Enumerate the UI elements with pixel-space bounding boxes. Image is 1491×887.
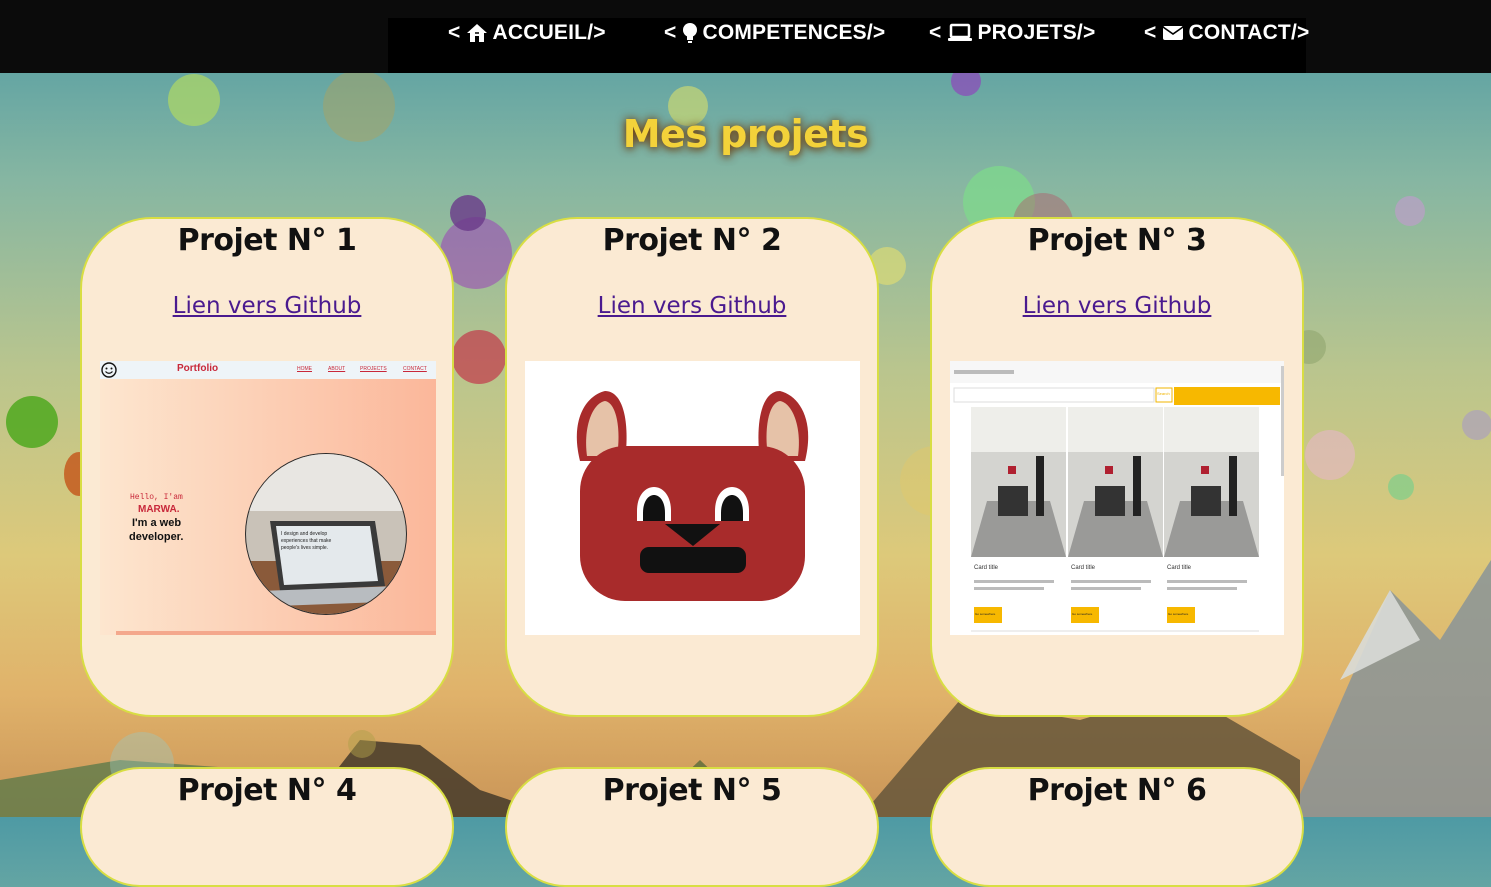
nav-item-contact[interactable]: < CONTACT/ > — [1144, 18, 1309, 48]
nav-label-projets: PROJETS/ — [977, 21, 1083, 44]
thumb-card-title-2: Card title — [1071, 565, 1096, 571]
project-card-5: Projet N° 5 — [505, 767, 879, 887]
thumb-menu-about: ABOUT — [328, 366, 346, 372]
thumb-card-title-1: Card title — [974, 565, 999, 571]
nav-open-bracket: < — [1144, 21, 1157, 44]
github-link[interactable]: Lien vers Github — [507, 293, 877, 319]
nav-label-accueil: ACCUEIL/ — [492, 21, 594, 44]
nav-close-bracket: > — [1297, 21, 1310, 44]
nav-open-bracket: < — [929, 21, 942, 44]
project-title: Projet N° 5 — [602, 773, 782, 808]
nav-item-accueil[interactable]: < ACCUEIL/ > — [448, 18, 606, 48]
thumb-name: MARWA. — [138, 504, 180, 515]
bubble — [1305, 430, 1355, 480]
project-title: Projet N° 1 — [177, 223, 357, 258]
bubble — [450, 195, 486, 231]
project-thumbnail: Search Card title Card title Card title … — [950, 361, 1284, 635]
github-link[interactable]: Lien vers Github — [932, 293, 1302, 319]
page-title: Mes projets — [622, 112, 869, 156]
project-card-3: Projet N° 3 Lien vers Github Search Card… — [930, 217, 1304, 717]
project-thumbnail — [525, 361, 860, 635]
project-card-2: Projet N° 2 Lien vers Github — [505, 217, 879, 717]
mascot-image — [576, 391, 809, 601]
thumb-screen-3: people's lives simple. — [281, 545, 329, 551]
nav-label-contact: CONTACT/ — [1188, 21, 1297, 44]
bubble — [1462, 410, 1491, 440]
thumb-brand: Portfolio — [177, 363, 219, 374]
nav-open-bracket: < — [664, 21, 677, 44]
project-title: Projet N° 3 — [1027, 223, 1207, 258]
project-thumbnail: Portfolio HOME ABOUT PROJECTS CONTACT He… — [100, 361, 436, 635]
thumb-card-title-3: Card title — [1167, 565, 1192, 571]
laptop-icon — [947, 23, 973, 43]
bubble — [1395, 196, 1425, 226]
thumb-card-button-1: Go somewhere — [975, 612, 996, 616]
thumb-card-button-3: Go somewhere — [1168, 612, 1189, 616]
thumb-role-1: I'm a web — [132, 517, 182, 529]
lightbulb-icon — [682, 22, 698, 44]
project-title: Projet N° 6 — [1027, 773, 1207, 808]
project-card-1: Projet N° 1 Lien vers Github Portfolio H… — [80, 217, 454, 717]
thumb-menu-home: HOME — [297, 366, 312, 372]
bubble — [348, 730, 376, 758]
thumb-role-2: developer. — [129, 531, 184, 543]
thumb-card-button-2: Go somewhere — [1072, 612, 1093, 616]
project-card-4: Projet N° 4 — [80, 767, 454, 887]
project-title: Projet N° 2 — [602, 223, 782, 258]
nav-item-competences[interactable]: < COMPETENCES/ > — [664, 18, 885, 48]
thumb-menu-contact: CONTACT — [403, 366, 427, 372]
nav-item-projets[interactable]: < PROJETS/ > — [929, 18, 1095, 48]
github-link[interactable]: Lien vers Github — [82, 293, 452, 319]
nav-close-bracket: > — [1082, 21, 1096, 44]
bubble — [452, 330, 506, 384]
bubble — [1388, 474, 1414, 500]
envelope-icon — [1162, 24, 1184, 42]
project-title: Projet N° 4 — [177, 773, 357, 808]
nav-close-bracket: > — [872, 21, 886, 44]
home-icon — [466, 23, 488, 43]
nav-open-bracket: < — [448, 21, 461, 44]
thumb-hello: Hello, I'am — [130, 493, 183, 502]
thumb-menu-projects: PROJECTS — [360, 366, 387, 372]
project-card-6: Projet N° 6 — [930, 767, 1304, 887]
thumb-screen-1: I design and develop — [281, 531, 328, 537]
nav-close-bracket: > — [593, 21, 606, 44]
bubble — [6, 396, 58, 448]
thumb-screen-2: experiences that make — [281, 538, 332, 544]
thumb-search-button: Search — [1157, 391, 1170, 396]
nav-label-competences: COMPETENCES/ — [702, 21, 873, 44]
